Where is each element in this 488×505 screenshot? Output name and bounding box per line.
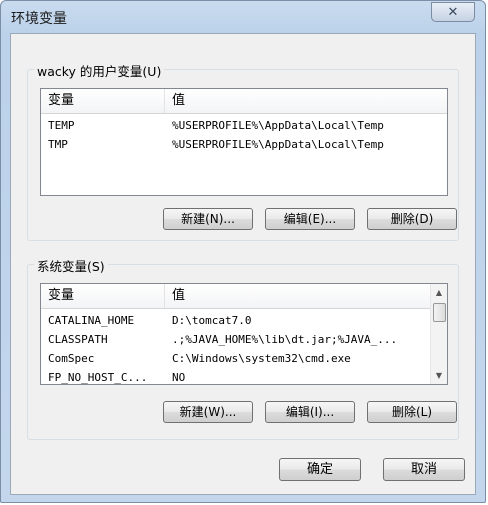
system-variables-list[interactable]: 变量 值 CATALINA_HOME D:\tomcat7.0 CLASSPAT… xyxy=(40,283,448,385)
column-header-variable[interactable]: 变量 xyxy=(41,284,165,308)
user-edit-button[interactable]: 编辑(E)... xyxy=(265,208,355,230)
variable-name: FP_NO_HOST_C... xyxy=(48,371,148,384)
ok-button[interactable]: 确定 xyxy=(279,458,361,481)
variable-value: NO xyxy=(172,371,186,384)
close-icon: ✕ xyxy=(447,4,459,20)
system-variables-header: 变量 值 xyxy=(41,284,432,309)
scroll-down-icon[interactable]: ▼ xyxy=(431,367,447,384)
table-row[interactable]: CLASSPATH .;%JAVA_HOME%\lib\dt.jar;%JAVA… xyxy=(41,330,432,349)
system-variables-label: 系统变量(S) xyxy=(34,256,108,275)
title-bar: 环境变量 ✕ xyxy=(1,1,485,33)
system-new-button[interactable]: 新建(W)... xyxy=(163,401,253,423)
variable-name: TMP xyxy=(48,138,68,151)
user-variables-group: wacky 的用户变量(U) 变量 值 TEMP %USERPROFILE%\A… xyxy=(27,61,459,241)
variable-name: TEMP xyxy=(48,119,75,132)
column-header-variable[interactable]: 变量 xyxy=(41,89,165,113)
scrollbar-thumb[interactable] xyxy=(433,303,446,322)
variable-value: D:\tomcat7.0 xyxy=(172,314,252,327)
user-variables-header: 变量 值 xyxy=(41,89,447,114)
user-delete-button[interactable]: 删除(D) xyxy=(367,208,457,230)
cancel-button[interactable]: 取消 xyxy=(383,458,465,481)
system-delete-button[interactable]: 删除(L) xyxy=(367,401,457,423)
dialog-client-area: wacky 的用户变量(U) 变量 值 TEMP %USERPROFILE%\A… xyxy=(10,33,476,495)
system-edit-button[interactable]: 编辑(I)... xyxy=(265,401,355,423)
column-header-value[interactable]: 值 xyxy=(165,284,432,308)
close-button[interactable]: ✕ xyxy=(431,2,475,22)
table-row[interactable]: FP_NO_HOST_C... NO xyxy=(41,368,432,384)
user-variables-list[interactable]: 变量 值 TEMP %USERPROFILE%\AppData\Local\Te… xyxy=(40,88,448,196)
table-row[interactable]: CATALINA_HOME D:\tomcat7.0 xyxy=(41,311,432,330)
variable-value: %USERPROFILE%\AppData\Local\Temp xyxy=(172,138,384,151)
environment-variables-dialog: 环境变量 ✕ wacky 的用户变量(U) 变量 值 TEMP %USERPRO… xyxy=(0,0,486,503)
table-row[interactable]: TEMP %USERPROFILE%\AppData\Local\Temp xyxy=(41,116,447,135)
variable-value: C:\Windows\system32\cmd.exe xyxy=(172,352,351,365)
variable-name: CATALINA_HOME xyxy=(48,314,135,327)
column-header-value[interactable]: 值 xyxy=(165,89,447,113)
window-title: 环境变量 xyxy=(11,11,67,27)
variable-name: CLASSPATH xyxy=(48,333,108,346)
user-new-button[interactable]: 新建(N)... xyxy=(163,208,253,230)
table-row[interactable]: ComSpec C:\Windows\system32\cmd.exe xyxy=(41,349,432,368)
user-variables-label: wacky 的用户变量(U) xyxy=(34,61,165,80)
scroll-up-icon[interactable]: ▲ xyxy=(431,284,447,301)
system-variables-scrollbar[interactable]: ▲ ▼ xyxy=(430,284,447,384)
variable-name: ComSpec xyxy=(48,352,95,365)
table-row[interactable]: TMP %USERPROFILE%\AppData\Local\Temp xyxy=(41,135,447,154)
system-variables-group: 系统变量(S) 变量 值 CATALINA_HOME D:\tomcat7.0 … xyxy=(27,256,459,440)
variable-value: %USERPROFILE%\AppData\Local\Temp xyxy=(172,119,384,132)
variable-value: .;%JAVA_HOME%\lib\dt.jar;%JAVA_... xyxy=(172,333,398,346)
